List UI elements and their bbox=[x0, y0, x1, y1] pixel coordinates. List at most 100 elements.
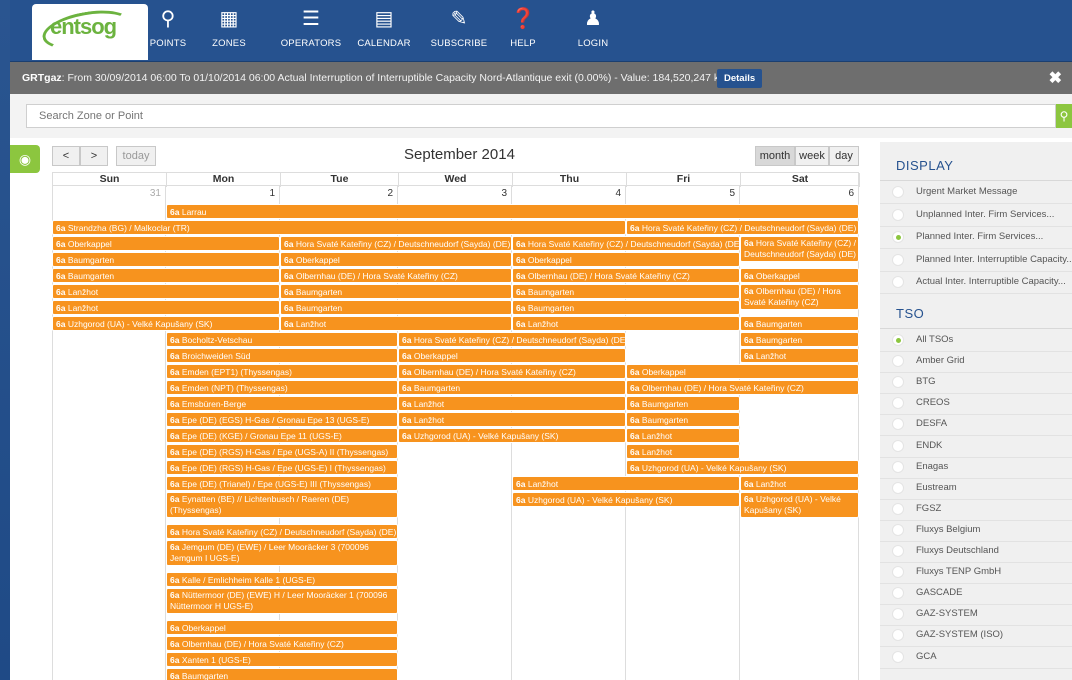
tso-option[interactable]: Amber Grid bbox=[892, 351, 1072, 371]
radio-button[interactable] bbox=[892, 418, 904, 431]
calendar-event[interactable]: 6a Lanžhot bbox=[398, 396, 626, 411]
calendar-event[interactable]: 6a Oberkappel bbox=[740, 268, 859, 283]
calendar-event[interactable]: 6a Baumgarten bbox=[512, 284, 740, 299]
nav-subscribe[interactable]: ✎ SUBSCRIBE bbox=[428, 6, 490, 56]
tso-option[interactable]: Fluxys Belgium bbox=[892, 520, 1072, 540]
calendar-event[interactable]: 6a Olbernhau (DE) / Hora Svaté Kateřiny … bbox=[280, 268, 512, 283]
tso-option[interactable]: GCA bbox=[892, 647, 1072, 667]
radio-button[interactable] bbox=[892, 231, 904, 244]
display-option[interactable]: Actual Inter. Interruptible Capacity... bbox=[892, 272, 1072, 292]
radio-button[interactable] bbox=[892, 334, 904, 346]
calendar-event[interactable]: 6a Olbernhau (DE) / Hora Svaté Kateřiny … bbox=[166, 636, 398, 651]
calendar-event[interactable]: 6a Larrau bbox=[166, 204, 859, 219]
calendar-event[interactable]: 6a Baumgarten bbox=[398, 380, 626, 395]
view-day-button[interactable]: day bbox=[829, 146, 859, 166]
nav-operators[interactable]: ☰ OPERATORS bbox=[278, 6, 344, 56]
radio-button[interactable] bbox=[892, 608, 904, 621]
calendar-event[interactable]: 6a Baumgarten bbox=[740, 316, 859, 331]
calendar-event[interactable]: 6a Strandzha (BG) / Malkoclar (TR) bbox=[52, 220, 626, 235]
tso-option[interactable]: Fluxys Deutschland bbox=[892, 541, 1072, 561]
search-icon[interactable]: ⚲ bbox=[1056, 104, 1072, 128]
radio-button[interactable] bbox=[892, 502, 904, 515]
radio-button[interactable] bbox=[892, 253, 904, 266]
tso-option[interactable]: GASCADE bbox=[892, 583, 1072, 603]
view-week-button[interactable]: week bbox=[795, 146, 829, 166]
search-input[interactable] bbox=[26, 104, 1056, 128]
calendar-event[interactable]: 6a Lanžhot bbox=[512, 316, 740, 331]
nav-calendar[interactable]: ▤ CALENDAR bbox=[356, 6, 412, 56]
tso-option[interactable]: Enagas bbox=[892, 457, 1072, 477]
tso-option[interactable]: All TSOs bbox=[892, 330, 1072, 350]
calendar-event[interactable]: 6a Emden (NPT) (Thyssengas) bbox=[166, 380, 398, 395]
calendar-event[interactable]: 6a Epe (DE) (Trianel) / Epe (UGS-E) III … bbox=[166, 476, 398, 491]
calendar-event[interactable]: 6a Oberkappel bbox=[626, 364, 859, 379]
tso-option[interactable]: BTG bbox=[892, 372, 1072, 392]
calendar-event[interactable]: 6a Uzhgorod (UA) - Velké Kapušany (SK) bbox=[512, 492, 740, 507]
tso-option[interactable]: ENDK bbox=[892, 436, 1072, 456]
calendar-event[interactable]: 6a Baumgarten bbox=[740, 332, 859, 347]
nav-login[interactable]: ♟ LOGIN bbox=[568, 6, 618, 56]
calendar-event[interactable]: 6a Epe (DE) (RGS) H-Gas / Epe (UGS-A) II… bbox=[166, 444, 398, 459]
calendar-event[interactable]: 6a Epe (DE) (RGS) H-Gas / Epe (UGS-E) I … bbox=[166, 460, 398, 475]
calendar-event[interactable]: 6a Nüttermoor (DE) (EWE) H / Leer Mooräc… bbox=[166, 588, 398, 614]
radio-button[interactable] bbox=[892, 460, 904, 473]
calendar-event[interactable]: 6a Lanžhot bbox=[626, 444, 740, 459]
radio-button[interactable] bbox=[892, 397, 904, 410]
close-icon[interactable]: ✖ bbox=[1049, 68, 1062, 88]
radio-button[interactable] bbox=[892, 523, 904, 536]
calendar-event[interactable]: 6a Oberkappel bbox=[280, 252, 512, 267]
calendar-event[interactable]: 6a Lanžhot bbox=[52, 284, 280, 299]
calendar-event[interactable]: 6a Baumgarten bbox=[626, 396, 740, 411]
calendar-event[interactable]: 6a Lanžhot bbox=[398, 412, 626, 427]
today-button[interactable]: today bbox=[116, 146, 156, 166]
calendar-event[interactable]: 6a Broichweiden Süd bbox=[166, 348, 398, 363]
calendar-event[interactable]: 6a Hora Svaté Kateřiny (CZ) / Deutschneu… bbox=[280, 236, 512, 251]
display-option[interactable]: Planned Inter. Interruptible Capacity... bbox=[892, 250, 1072, 270]
tso-option[interactable]: GAZ-SYSTEM bbox=[892, 604, 1072, 624]
tso-option[interactable]: FGSZ bbox=[892, 499, 1072, 519]
calendar-event[interactable]: 6a Jemgum (DE) (EWE) / Leer Mooräcker 3 … bbox=[166, 540, 398, 566]
radio-button[interactable] bbox=[892, 355, 904, 368]
radio-button[interactable] bbox=[892, 186, 904, 198]
radio-button[interactable] bbox=[892, 439, 904, 452]
calendar-event[interactable]: 6a Hora Svaté Kateřiny (CZ) / Deutschneu… bbox=[512, 236, 740, 251]
radio-button[interactable] bbox=[892, 481, 904, 494]
radio-button[interactable] bbox=[892, 566, 904, 579]
calendar-event[interactable]: 6a Emsbüren-Berge bbox=[166, 396, 398, 411]
calendar-event[interactable]: 6a Uzhgorod (UA) - Velké Kapušany (SK) bbox=[52, 316, 280, 331]
calendar-event[interactable]: 6a Baumgarten bbox=[280, 300, 512, 315]
details-button[interactable]: Details bbox=[717, 69, 763, 88]
next-month-button[interactable]: > bbox=[80, 146, 108, 166]
tso-option[interactable]: GAZ-SYSTEM (ISO) bbox=[892, 625, 1072, 645]
radio-button[interactable] bbox=[892, 587, 904, 600]
calendar-event[interactable]: 6a Oberkappel bbox=[52, 236, 280, 251]
radio-button[interactable] bbox=[892, 208, 904, 221]
calendar-event[interactable]: 6a Lanžhot bbox=[512, 476, 740, 491]
calendar-event[interactable]: 6a Epe (DE) (KGE) / Gronau Epe 11 (UGS-E… bbox=[166, 428, 398, 443]
calendar-event[interactable]: 6a Hora Svaté Kateřiny (CZ) / Deutschneu… bbox=[740, 236, 859, 262]
calendar-event[interactable]: 6a Uzhgorod (UA) - Velké Kapušany (SK) bbox=[398, 428, 626, 443]
radio-button[interactable] bbox=[892, 629, 904, 642]
tso-option[interactable]: CREOS bbox=[892, 393, 1072, 413]
tso-option[interactable]: Eustream bbox=[892, 478, 1072, 498]
tso-option[interactable]: DESFA bbox=[892, 414, 1072, 434]
map-pin-tab-icon[interactable]: ◉ bbox=[10, 145, 40, 173]
calendar-event[interactable]: 6a Epe (DE) (EGS) H-Gas / Gronau Epe 13 … bbox=[166, 412, 398, 427]
radio-button[interactable] bbox=[892, 545, 904, 557]
calendar-event[interactable]: 6a Oberkappel bbox=[512, 252, 740, 267]
tso-option[interactable]: Fluxys TENP GmbH bbox=[892, 562, 1072, 582]
nav-zones[interactable]: ▦ ZONES bbox=[204, 6, 254, 56]
radio-button[interactable] bbox=[892, 376, 904, 389]
calendar-event[interactable]: 6a Lanžhot bbox=[280, 316, 512, 331]
nav-help[interactable]: ❓ HELP bbox=[500, 6, 546, 56]
calendar-event[interactable]: 6a Xanten 1 (UGS-E) bbox=[166, 652, 398, 667]
display-option[interactable]: Planned Inter. Firm Services... bbox=[892, 227, 1072, 247]
display-option[interactable]: Unplanned Inter. Firm Services... bbox=[892, 205, 1072, 225]
calendar-event[interactable]: 6a Hora Svaté Kateřiny (CZ) / Deutschneu… bbox=[626, 220, 859, 235]
calendar-event[interactable]: 6a Baumgarten bbox=[166, 668, 398, 680]
calendar-event[interactable]: 6a Hora Svaté Kateřiny (CZ) / Deutschneu… bbox=[166, 524, 398, 539]
calendar-event[interactable]: 6a Baumgarten bbox=[52, 268, 280, 283]
display-option[interactable]: Urgent Market Message bbox=[892, 182, 1072, 202]
calendar-event[interactable]: 6a Olbernhau (DE) / Hora Svaté Kateřiny … bbox=[740, 284, 859, 310]
radio-button[interactable] bbox=[892, 650, 904, 663]
